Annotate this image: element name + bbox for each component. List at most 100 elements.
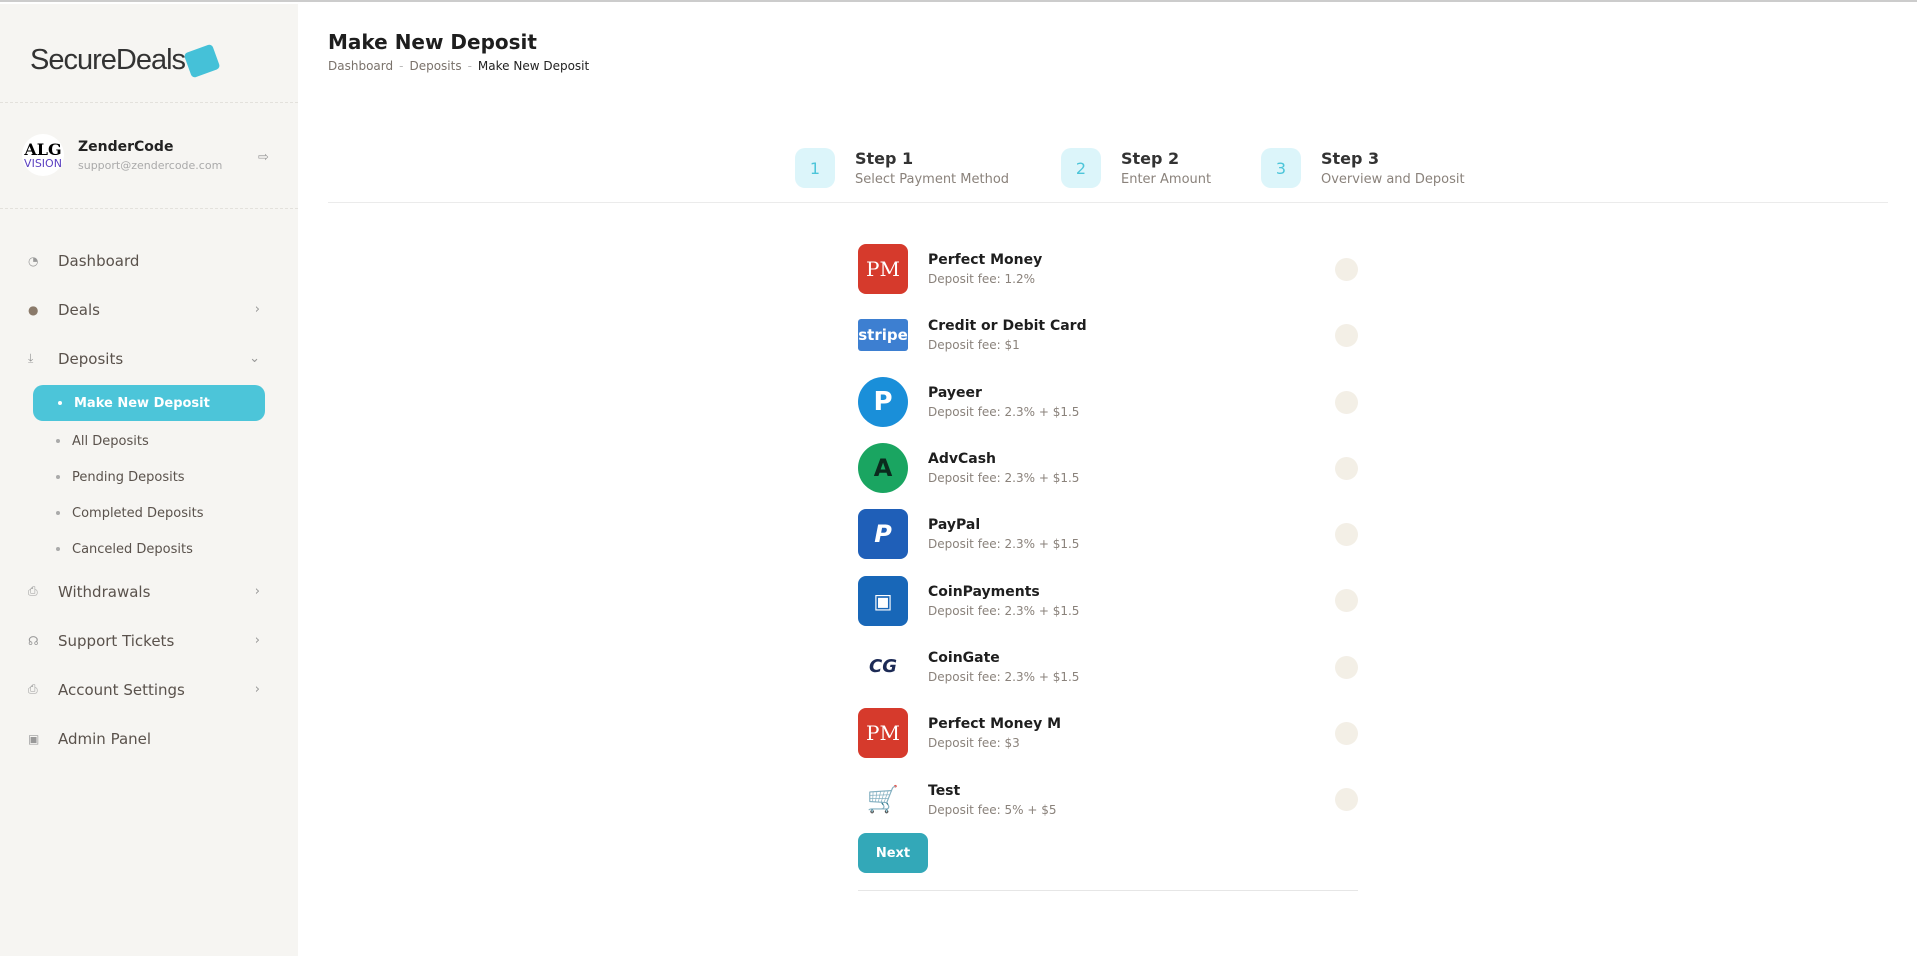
payment-method-test[interactable]: 🛒 Test Deposit fee: 5% + $5 <box>858 766 1358 832</box>
next-button[interactable]: Next <box>858 833 928 873</box>
nav-label: Deals <box>58 300 100 319</box>
nav-label: Account Settings <box>58 680 185 699</box>
step-3: 3 Step 3 Overview and Deposit <box>1261 148 1465 188</box>
gauge-icon: ◔ <box>28 253 39 268</box>
avatar: ALG VISION <box>22 134 64 176</box>
breadcrumb-dashboard[interactable]: Dashboard <box>328 59 393 73</box>
breadcrumb-deposits[interactable]: Deposits <box>409 59 461 73</box>
payment-method-coingate[interactable]: CG CoinGate Deposit fee: 2.3% + $1.5 <box>858 634 1358 700</box>
sidebar-item-deposits[interactable]: ⤓ Deposits ⌄ <box>28 334 268 383</box>
paypal-icon: P <box>858 509 908 560</box>
step-number: 3 <box>1261 148 1301 188</box>
step-1: 1 Step 1 Select Payment Method <box>795 148 1009 188</box>
upload-icon: ⎙ <box>28 584 38 598</box>
method-radio[interactable] <box>1335 655 1358 679</box>
nav-label: Dashboard <box>58 251 140 270</box>
method-fee: Deposit fee: $1 <box>928 338 1020 353</box>
sidebar-subitem-pending-deposits[interactable]: Pending Deposits <box>28 459 268 495</box>
method-fee: Deposit fee: 1.2% <box>928 272 1036 287</box>
nav-label: Support Tickets <box>58 631 175 650</box>
coingate-icon: CG <box>869 656 897 678</box>
divider <box>0 102 298 103</box>
step-title: Step 2 <box>1121 149 1180 168</box>
method-radio[interactable] <box>1335 258 1358 281</box>
nav-label: All Deposits <box>72 433 149 449</box>
payment-method-coinpayments[interactable]: ▣ CoinPayments Deposit fee: 2.3% + $1.5 <box>858 567 1358 633</box>
sidebar-item-dashboard[interactable]: ◔ Dashboard <box>28 236 268 285</box>
bitcoin-cart-icon: 🛒 <box>866 784 900 815</box>
sidebar-item-account-settings[interactable]: ⎙ Account Settings › <box>28 665 268 714</box>
method-radio[interactable] <box>1335 456 1358 480</box>
method-fee: Deposit fee: 2.3% + $1.5 <box>928 404 1080 419</box>
method-radio[interactable] <box>1335 788 1358 812</box>
step-title: Step 3 <box>1321 149 1380 168</box>
page-title: Make New Deposit <box>328 30 537 54</box>
nav-label: Make New Deposit <box>74 395 210 411</box>
sidebar-item-withdrawals[interactable]: ⎙ Withdrawals › <box>28 567 268 616</box>
logout-icon[interactable]: ⇨ <box>258 150 269 165</box>
bullet-icon <box>56 475 60 479</box>
settings-icon: ⎙ <box>28 682 38 696</box>
method-name: Test <box>928 782 961 799</box>
sidebar-item-deals[interactable]: ● Deals › <box>28 285 268 334</box>
payment-method-perfect-money[interactable]: PM Perfect Money Deposit fee: 1.2% <box>858 236 1358 302</box>
method-fee: Deposit fee: 2.3% + $1.5 <box>928 603 1080 618</box>
step-number: 1 <box>795 148 835 188</box>
method-radio[interactable] <box>1335 722 1358 746</box>
nav-label: Completed Deposits <box>72 505 204 521</box>
method-fee: Deposit fee: 5% + $5 <box>928 802 1057 817</box>
method-radio[interactable] <box>1335 324 1358 348</box>
sidebar-subitem-all-deposits[interactable]: All Deposits <box>28 423 268 459</box>
download-icon: ⤓ <box>28 351 34 365</box>
payment-method-perfect-money-m[interactable]: PM Perfect Money M Deposit fee: $3 <box>858 700 1358 766</box>
money-hand-icon <box>183 43 221 79</box>
sidebar-subitem-make-new-deposit[interactable]: Make New Deposit <box>33 385 265 421</box>
step-title: Step 1 <box>855 149 914 168</box>
payment-method-payeer[interactable]: P Payeer Deposit fee: 2.3% + $1.5 <box>858 369 1358 435</box>
logo-text: SecureDeals <box>30 44 186 76</box>
breadcrumb-separator: - <box>467 59 472 73</box>
divider <box>858 890 1358 891</box>
perfect-money-icon: PM <box>858 244 908 295</box>
chevron-right-icon: › <box>254 682 260 697</box>
divider <box>328 202 1888 203</box>
bullet-icon <box>56 547 60 551</box>
payment-method-advcash[interactable]: A AdvCash Deposit fee: 2.3% + $1.5 <box>858 435 1358 501</box>
breadcrumb: Dashboard - Deposits - Make New Deposit <box>328 59 589 73</box>
method-name: AdvCash <box>928 451 997 468</box>
divider <box>0 208 298 209</box>
bullet-icon <box>56 439 60 443</box>
method-fee: Deposit fee: 2.3% + $1.5 <box>928 669 1080 684</box>
method-fee: Deposit fee: 2.3% + $1.5 <box>928 537 1080 552</box>
method-radio[interactable] <box>1335 390 1358 414</box>
step-desc: Select Payment Method <box>855 172 1010 187</box>
method-radio[interactable] <box>1335 589 1358 613</box>
logo[interactable]: SecureDeals <box>30 43 221 79</box>
sidebar-item-admin-panel[interactable]: ▣ Admin Panel <box>28 714 268 763</box>
step-number: 2 <box>1061 148 1101 188</box>
chevron-right-icon: › <box>254 633 260 648</box>
payeer-icon: P <box>858 376 908 427</box>
method-name: CoinGate <box>928 649 1000 666</box>
method-name: PayPal <box>928 517 981 534</box>
avatar-text: ALG <box>24 139 62 159</box>
method-name: Perfect Money M <box>928 716 1062 733</box>
bullet-icon <box>58 401 62 405</box>
headset-icon: ☊ <box>28 633 39 648</box>
payment-method-card[interactable]: stripe Credit or Debit Card Deposit fee: $… <box>858 302 1358 368</box>
step-2: 2 Step 2 Enter Amount <box>1061 148 1211 188</box>
chevron-right-icon: › <box>254 584 260 599</box>
method-radio[interactable] <box>1335 523 1358 547</box>
step-desc: Overview and Deposit <box>1321 172 1465 187</box>
sidebar-item-support-tickets[interactable]: ☊ Support Tickets › <box>28 616 268 665</box>
nav-label: Admin Panel <box>58 729 152 748</box>
chevron-right-icon: › <box>254 302 260 317</box>
sidebar-subitem-completed-deposits[interactable]: Completed Deposits <box>28 495 268 531</box>
payment-method-paypal[interactable]: P PayPal Deposit fee: 2.3% + $1.5 <box>858 501 1358 567</box>
payment-method-list: PM Perfect Money Deposit fee: 1.2% stripe C… <box>858 236 1358 833</box>
user-profile: ALG VISION ZenderCode support@zendercode.c… <box>22 134 222 176</box>
coinpayments-wallet-icon: ▣ <box>858 575 908 626</box>
method-name: Payeer <box>928 384 982 401</box>
sidebar-subitem-canceled-deposits[interactable]: Canceled Deposits <box>28 531 268 567</box>
perfect-money-icon: PM <box>858 708 908 759</box>
